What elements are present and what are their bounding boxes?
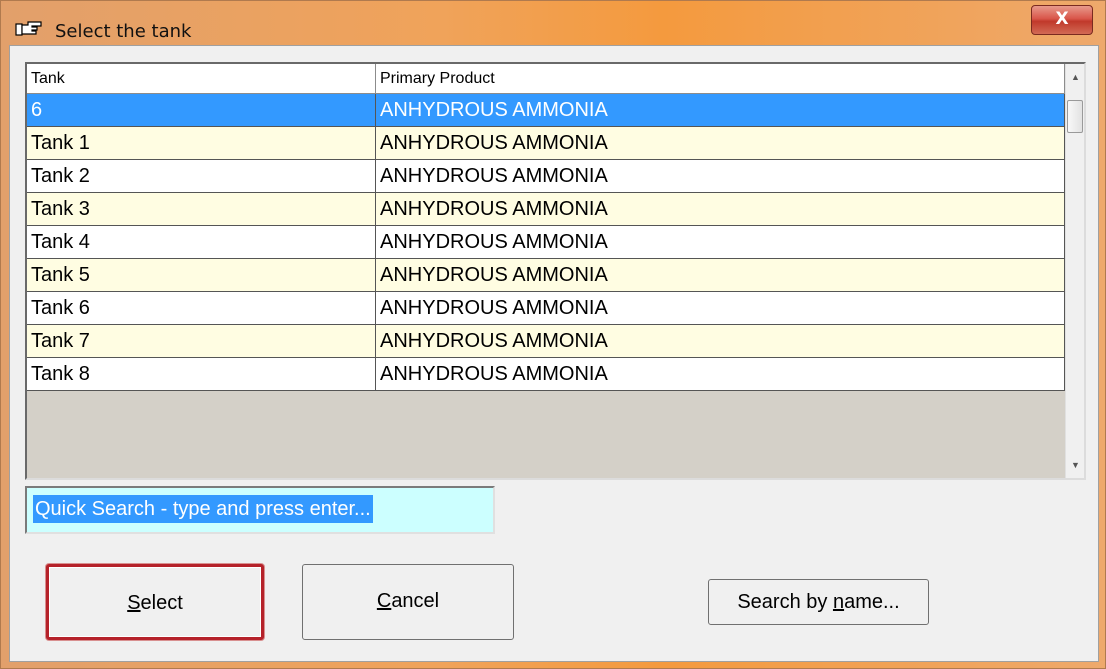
table-row[interactable]: 6 ANHYDROUS AMMONIA (27, 94, 1065, 127)
product-cell[interactable]: ANHYDROUS AMMONIA (376, 325, 1065, 358)
select-button-label-rest: elect (140, 592, 183, 614)
product-cell[interactable]: ANHYDROUS AMMONIA (376, 193, 1065, 226)
search-by-name-button[interactable]: Search by name... (708, 579, 929, 625)
tank-grid: Tank Primary Product 6 ANHYDROUS AMMONIA… (25, 62, 1086, 480)
product-cell[interactable]: ANHYDROUS AMMONIA (376, 358, 1065, 391)
search-by-name-label-a: Search by (737, 591, 833, 613)
select-button-label-accel: S (127, 592, 141, 614)
table-row[interactable]: Tank 1 ANHYDROUS AMMONIA (27, 127, 1065, 160)
tank-cell[interactable]: Tank 2 (27, 160, 376, 193)
vertical-scrollbar[interactable]: ▲ ▼ (1065, 64, 1084, 478)
pointing-hand-icon (15, 19, 45, 39)
cancel-button-label-rest: ancel (391, 590, 440, 612)
quick-search-input[interactable]: Quick Search - type and press enter... (25, 486, 495, 534)
cancel-button[interactable]: Cancel (302, 564, 514, 640)
column-header-tank[interactable]: Tank (27, 64, 376, 94)
tank-cell[interactable]: Tank 6 (27, 292, 376, 325)
product-cell[interactable]: ANHYDROUS AMMONIA (376, 226, 1065, 259)
table-row[interactable]: Tank 6 ANHYDROUS AMMONIA (27, 292, 1065, 325)
window-title: Select the tank (55, 21, 192, 42)
select-button[interactable]: Select (46, 564, 264, 640)
tank-cell[interactable]: Tank 1 (27, 127, 376, 160)
cancel-button-label-accel: C (376, 590, 392, 612)
select-tank-dialog: Select the tank X Tank Primary Product 6… (0, 0, 1106, 669)
tank-cell[interactable]: Tank 7 (27, 325, 376, 358)
close-button[interactable]: X (1031, 5, 1093, 35)
product-cell[interactable]: ANHYDROUS AMMONIA (376, 127, 1065, 160)
table-row[interactable]: Tank 3 ANHYDROUS AMMONIA (27, 193, 1065, 226)
product-cell[interactable]: ANHYDROUS AMMONIA (376, 160, 1065, 193)
product-cell[interactable]: ANHYDROUS AMMONIA (376, 94, 1065, 127)
product-cell[interactable]: ANHYDROUS AMMONIA (376, 292, 1065, 325)
scroll-down-icon[interactable]: ▼ (1066, 452, 1084, 478)
product-cell[interactable]: ANHYDROUS AMMONIA (376, 259, 1065, 292)
search-by-name-label-b: ame... (844, 591, 900, 613)
scroll-thumb[interactable] (1067, 100, 1083, 133)
tank-cell[interactable]: 6 (27, 94, 376, 127)
tank-cell[interactable]: Tank 5 (27, 259, 376, 292)
tank-cell[interactable]: Tank 4 (27, 226, 376, 259)
table-row[interactable]: Tank 2 ANHYDROUS AMMONIA (27, 160, 1065, 193)
column-header-primary-product[interactable]: Primary Product (376, 64, 1065, 94)
table-row[interactable]: Tank 7 ANHYDROUS AMMONIA (27, 325, 1065, 358)
table-row[interactable]: Tank 5 ANHYDROUS AMMONIA (27, 259, 1065, 292)
quick-search-text: Quick Search - type and press enter... (33, 495, 373, 523)
search-by-name-label-accel: n (832, 591, 845, 613)
tank-cell[interactable]: Tank 8 (27, 358, 376, 391)
table-row[interactable]: Tank 8 ANHYDROUS AMMONIA (27, 358, 1065, 391)
scroll-up-icon[interactable]: ▲ (1066, 64, 1084, 90)
table-row[interactable]: Tank 4 ANHYDROUS AMMONIA (27, 226, 1065, 259)
dialog-body: Tank Primary Product 6 ANHYDROUS AMMONIA… (9, 45, 1099, 662)
tank-cell[interactable]: Tank 3 (27, 193, 376, 226)
